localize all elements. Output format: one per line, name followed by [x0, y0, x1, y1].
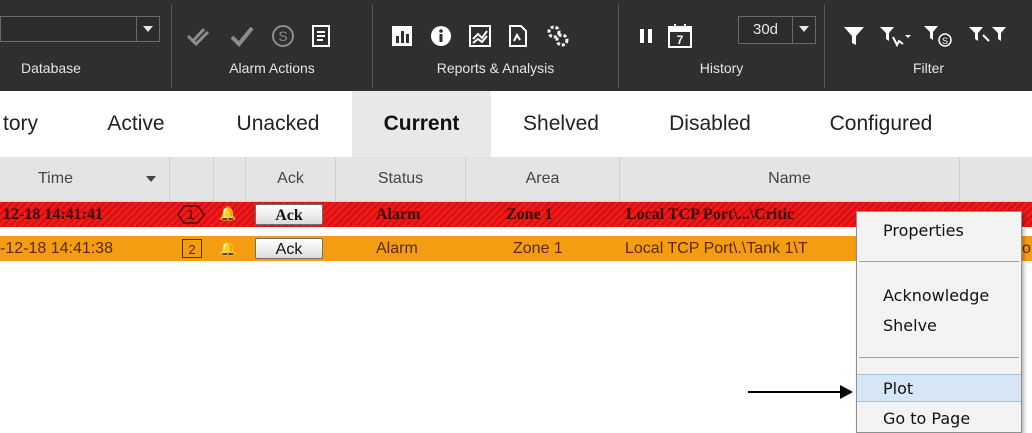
check-icon[interactable]	[228, 22, 256, 50]
shelve-s-icon[interactable]: S	[269, 22, 297, 50]
svg-text:7: 7	[677, 33, 684, 47]
filter-select-icon[interactable]	[876, 22, 916, 50]
chevron-down-icon	[143, 26, 153, 32]
alarm-area: Zone 1	[506, 206, 553, 223]
menu-item-acknowledge[interactable]: Acknowledge	[857, 282, 1021, 310]
menu-item-go-to-page[interactable]: Go to Page	[857, 405, 1021, 433]
combo-divider	[792, 17, 793, 43]
tab-disabled[interactable]: Disabled	[640, 91, 780, 157]
filter-shelved-icon[interactable]: S	[922, 22, 956, 50]
bell-icon: 🔔	[219, 207, 237, 222]
column-header-ack[interactable]: Ack	[246, 157, 336, 201]
column-header-status[interactable]: Status	[336, 157, 466, 201]
alarm-name: Local TCP Port\.\Tank 1\T	[625, 240, 808, 257]
group-label-database: Database	[21, 60, 81, 76]
gears-icon[interactable]	[544, 22, 572, 50]
alarm-time: 12-18 14:41:41	[3, 206, 103, 223]
alarm-status: Alarm	[376, 206, 421, 223]
notes-icon[interactable]	[307, 22, 335, 50]
calendar-icon[interactable]: 7	[666, 22, 694, 50]
menu-item-shelve[interactable]: Shelve	[857, 312, 1021, 340]
alarm-area: Zone 1	[513, 240, 563, 257]
priority-badge: 2	[182, 239, 202, 258]
double-check-icon[interactable]	[184, 22, 212, 50]
annotation-arrow-line	[748, 391, 845, 393]
ribbon-toolbar: Database S Alarm Actions Reports & Analy…	[0, 0, 1032, 91]
menu-separator	[859, 357, 1019, 358]
bell-icon: 🔔	[219, 240, 237, 256]
column-header-time-label: Time	[38, 170, 73, 187]
group-label-reports: Reports & Analysis	[436, 60, 555, 76]
tab-unacked[interactable]: Unacked	[208, 91, 348, 157]
svg-text:S: S	[942, 36, 948, 46]
alarm-name: Local TCP Port\...\Critic	[626, 206, 795, 223]
column-header-area[interactable]: Area	[466, 157, 620, 201]
bar-chart-icon[interactable]	[388, 22, 416, 50]
history-range-value: 30d	[753, 21, 779, 38]
annotation-arrow-head	[840, 385, 853, 399]
priority-value: 2	[188, 242, 196, 257]
column-header-extra[interactable]	[960, 157, 1032, 201]
tab-shelved[interactable]: Shelved	[496, 91, 626, 157]
menu-item-properties[interactable]: Properties	[857, 217, 1021, 245]
grid-header: Time Ack Status Area Name	[0, 157, 1032, 202]
trend-icon[interactable]	[466, 22, 494, 50]
priority-value: 1	[187, 207, 195, 222]
alarm-time: -12-18 14:41:38	[0, 240, 113, 257]
column-header-priority[interactable]	[170, 157, 214, 201]
pause-icon[interactable]	[632, 22, 660, 50]
ack-button[interactable]: Ack	[255, 238, 323, 259]
group-label-filter: Filter	[912, 60, 945, 76]
combo-divider	[136, 17, 137, 41]
tab-configured[interactable]: Configured	[796, 91, 966, 157]
tab-history[interactable]: tory	[0, 91, 62, 157]
priority-badge: 1	[177, 205, 205, 224]
filter-clear-icon[interactable]	[966, 22, 1016, 50]
svg-text:S: S	[278, 28, 287, 44]
tab-active[interactable]: Active	[86, 91, 186, 157]
info-icon[interactable]	[427, 22, 455, 50]
database-combo[interactable]	[0, 16, 160, 42]
report-icon[interactable]	[504, 22, 532, 50]
tab-current[interactable]: Current	[352, 91, 491, 157]
group-label-history: History	[699, 60, 744, 76]
menu-separator	[859, 261, 1019, 262]
group-label-alarm-actions: Alarm Actions	[229, 60, 315, 76]
alarm-name-overflow: o	[1022, 240, 1031, 257]
context-menu: Properties Acknowledge Shelve Plot Go to…	[856, 211, 1022, 433]
sort-down-icon	[146, 176, 156, 182]
column-header-name[interactable]: Name	[620, 157, 960, 201]
filter-icon[interactable]	[840, 22, 868, 50]
chevron-down-icon	[799, 26, 809, 32]
menu-item-plot[interactable]: Plot	[857, 374, 1021, 402]
column-header-icon[interactable]	[214, 157, 246, 201]
ack-button[interactable]: Ack	[255, 204, 323, 225]
alarm-status: Alarm	[376, 240, 418, 257]
alarm-view-tabs: tory Active Unacked Current Shelved Disa…	[0, 91, 1032, 157]
column-header-time[interactable]: Time	[0, 157, 170, 201]
history-range-select[interactable]: 30d	[738, 16, 816, 44]
